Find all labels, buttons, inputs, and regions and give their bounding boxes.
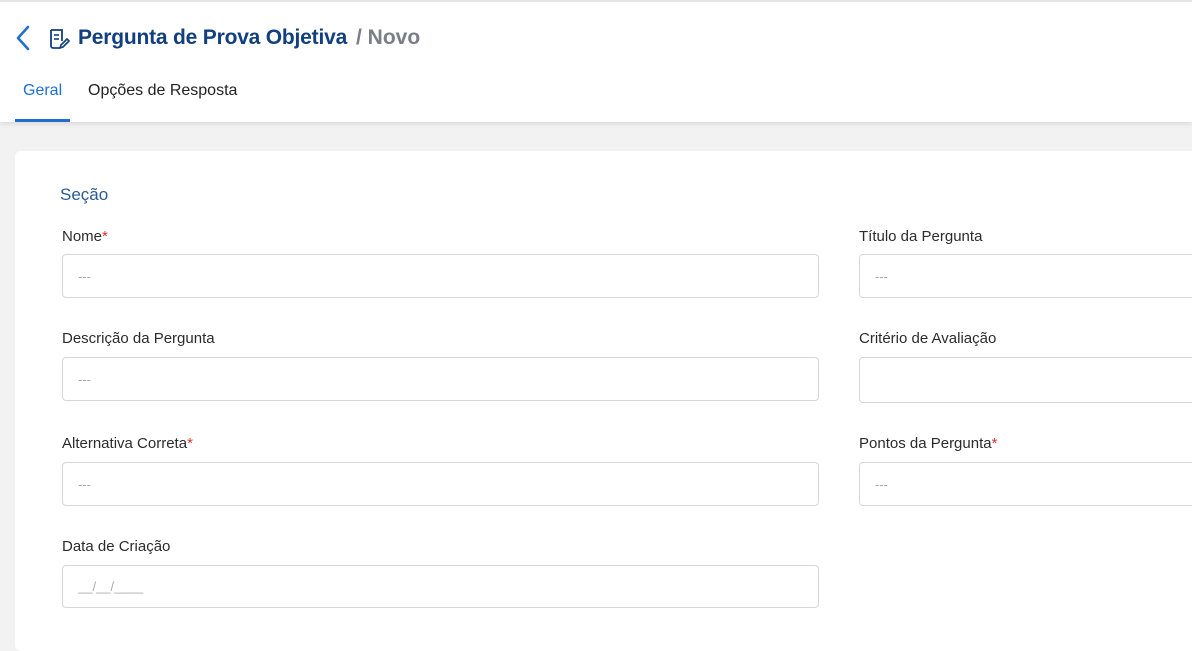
chevron-left-icon [16, 25, 30, 51]
criterio-label: Critério de Avaliação [859, 330, 997, 347]
active-tab-indicator [15, 119, 70, 122]
criterio-textarea[interactable] [859, 357, 1192, 403]
required-marker: * [991, 435, 998, 452]
document-edit-icon [50, 29, 70, 49]
pontos-label: Pontos da Pergunta* [859, 435, 997, 452]
data-criacao-input[interactable] [62, 565, 819, 608]
pontos-input[interactable] [859, 462, 1192, 506]
required-marker: * [102, 228, 108, 245]
top-header: Pergunta de Prova Objetiva / Novo Geral … [0, 0, 1192, 122]
descricao-input[interactable] [62, 357, 819, 401]
pontos-label-text: Pontos da Pergunta [859, 435, 992, 452]
nome-input[interactable] [62, 254, 819, 298]
tab-opcoes-de-resposta[interactable]: Opções de Resposta [88, 82, 237, 122]
descricao-label: Descrição da Pergunta [62, 330, 215, 347]
nome-label: Nome* [62, 228, 108, 245]
page-title: Pergunta de Prova Objetiva [78, 26, 348, 49]
page-subtitle: / Novo [356, 26, 421, 49]
nome-label-text: Nome [62, 228, 103, 245]
alternativa-label: Alternativa Correta* [62, 435, 193, 452]
titulo-label: Título da Pergunta [859, 228, 983, 245]
section-title: Seção [60, 185, 109, 204]
alternativa-label-text: Alternativa Correta [62, 435, 188, 452]
titulo-input[interactable] [859, 254, 1192, 298]
required-marker: * [187, 435, 193, 452]
tab-geral[interactable]: Geral [23, 82, 62, 122]
back-button[interactable] [10, 24, 36, 52]
alternativa-input[interactable] [62, 462, 819, 506]
data-label: Data de Criação [62, 538, 171, 555]
